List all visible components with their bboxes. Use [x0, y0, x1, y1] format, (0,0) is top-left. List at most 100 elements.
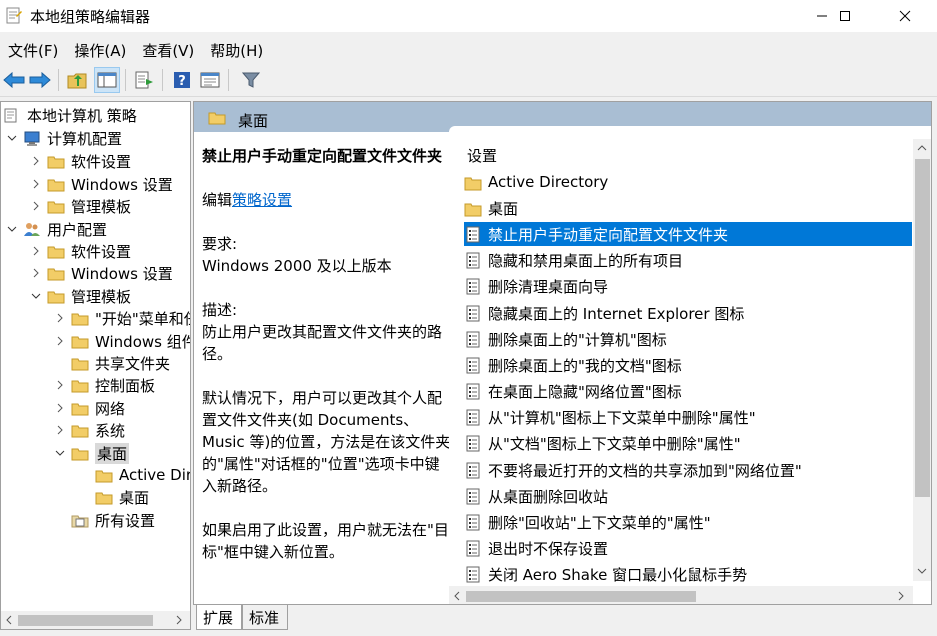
menu-file[interactable]: 文件(F)	[0, 37, 66, 61]
tab-extended[interactable]: 扩展	[196, 605, 243, 630]
list-item[interactable]: 不要将最近打开的文档的共享添加到"网络位置"	[464, 458, 912, 482]
list-item-label: 删除"回收站"上下文菜单的"属性"	[488, 513, 711, 532]
list-item[interactable]: 禁止用户手动重定向配置文件文件夹	[464, 222, 912, 246]
chevron-right-icon[interactable]	[53, 311, 67, 325]
tab-standard[interactable]: 标准	[242, 605, 289, 630]
scroll-down-icon[interactable]	[917, 567, 927, 575]
tree-item-computer-config[interactable]: 计算机配置	[5, 127, 122, 149]
description: 描述: 防止用户更改其配置文件文件夹的路径。	[202, 299, 452, 365]
scroll-right-icon[interactable]	[897, 591, 905, 601]
list-item[interactable]: 在桌面上隐藏"网络位置"图标	[464, 379, 912, 403]
tree-item-user-config[interactable]: 用户配置	[5, 218, 107, 240]
chevron-right-icon[interactable]	[29, 154, 43, 168]
list-item[interactable]: 删除清理桌面向导	[464, 274, 912, 298]
scrollbar-thumb[interactable]	[466, 591, 696, 602]
toolbar-separator	[58, 69, 59, 91]
list-item[interactable]: 桌面	[464, 196, 912, 220]
properties-button[interactable]	[197, 67, 223, 93]
list-item[interactable]: 从"文档"图标上下文菜单中删除"属性"	[464, 431, 912, 455]
folder-icon	[464, 203, 482, 216]
list-item[interactable]: Active Directory	[464, 170, 912, 194]
show-hide-tree-button[interactable]	[94, 67, 120, 93]
forward-button[interactable]	[27, 67, 53, 93]
maximize-icon	[840, 11, 850, 21]
export-list-button[interactable]	[131, 67, 157, 93]
tree-item-start-menu[interactable]: "开始"菜单和任务栏	[53, 307, 190, 329]
chevron-right-icon[interactable]	[53, 378, 67, 392]
chevron-right-icon[interactable]	[29, 266, 43, 280]
scrollbar-thumb[interactable]	[915, 159, 930, 497]
help-button[interactable]: ?	[169, 67, 195, 93]
list-item-label: 删除桌面上的"计算机"图标	[488, 330, 667, 349]
scroll-up-icon[interactable]	[917, 144, 927, 152]
tree-item-desktop-sub[interactable]: 桌面	[95, 486, 149, 508]
list-item-label: 从"计算机"图标上下文菜单中删除"属性"	[488, 408, 756, 427]
tree-item-user-software-settings[interactable]: 软件设置	[29, 240, 131, 262]
tree-label: 软件设置	[71, 242, 132, 261]
list-item[interactable]: 退出时不保存设置	[464, 536, 912, 560]
scroll-left-icon[interactable]	[453, 591, 461, 601]
tree-label: "开始"菜单和任务栏	[95, 309, 190, 328]
tree-item-windows-settings[interactable]: Windows 设置	[29, 173, 173, 195]
scroll-left-icon[interactable]	[5, 615, 13, 625]
setting-icon	[466, 278, 480, 294]
list-item[interactable]: 隐藏和禁用桌面上的所有项目	[464, 248, 912, 272]
tree-item-desktop[interactable]: 桌面	[53, 442, 130, 464]
up-level-button[interactable]	[64, 67, 90, 93]
tree-item-windows-components[interactable]: Windows 组件	[53, 330, 190, 352]
list-item[interactable]: 隐藏桌面上的 Internet Explorer 图标	[464, 301, 912, 325]
tree-item-control-panel[interactable]: 控制面板	[53, 374, 155, 396]
users-icon	[24, 222, 40, 236]
list-item[interactable]: 从"计算机"图标上下文菜单中删除"属性"	[464, 405, 912, 429]
tree-item-user-windows-settings[interactable]: Windows 设置	[29, 262, 173, 284]
edit-policy-link[interactable]: 策略设置	[232, 191, 292, 209]
chevron-right-icon[interactable]	[53, 334, 67, 348]
chevron-down-icon[interactable]	[5, 222, 19, 236]
list-item-label: Active Directory	[488, 173, 609, 191]
chevron-right-icon[interactable]	[29, 244, 43, 258]
list-vertical-scrollbar[interactable]	[913, 139, 931, 581]
tree-item-software-settings[interactable]: 软件设置	[29, 150, 131, 172]
list-item[interactable]: 删除桌面上的"计算机"图标	[464, 327, 912, 351]
tree-item-shared-folders[interactable]: 共享文件夹	[71, 352, 170, 374]
maximize-button[interactable]	[822, 0, 868, 32]
tree-item-admin-templates[interactable]: 管理模板	[29, 195, 131, 217]
description-value: 防止用户更改其配置文件文件夹的路径。	[202, 323, 443, 363]
column-header-setting[interactable]: 设置	[467, 145, 497, 166]
back-button[interactable]	[1, 67, 27, 93]
setting-icon	[466, 540, 480, 556]
setting-icon	[466, 514, 480, 530]
close-button[interactable]	[882, 0, 928, 32]
chevron-right-icon[interactable]	[53, 423, 67, 437]
chevron-down-icon[interactable]	[5, 131, 19, 145]
tree-item-active-directory[interactable]: Active Directory	[95, 464, 190, 486]
scroll-right-icon[interactable]	[175, 615, 183, 625]
console-tree[interactable]: 本地计算机 策略 计算机配置 软件设置 Windows 设置 管理模板 用户配置…	[0, 101, 191, 630]
scrollbar-thumb[interactable]	[18, 615, 153, 626]
list-horizontal-scrollbar[interactable]	[449, 586, 913, 604]
tree-horizontal-scrollbar[interactable]	[1, 611, 190, 629]
chevron-right-icon[interactable]	[29, 199, 43, 213]
chevron-down-icon[interactable]	[29, 289, 43, 303]
tree-item-system[interactable]: 系统	[53, 419, 125, 441]
tree-label: Active Directory	[119, 466, 190, 484]
settings-list[interactable]: 设置 Active Directory 桌面 禁止用户手动重定向配置文件文件夹 …	[449, 126, 931, 604]
menu-view[interactable]: 查看(V)	[134, 37, 202, 61]
list-item[interactable]: 删除桌面上的"我的文档"图标	[464, 353, 912, 377]
chevron-down-icon[interactable]	[53, 446, 67, 460]
list-item[interactable]: 删除"回收站"上下文菜单的"属性"	[464, 510, 912, 534]
tree-item-user-admin-templates[interactable]: 管理模板	[29, 285, 131, 307]
tree-label: 管理模板	[71, 197, 132, 216]
menu-help[interactable]: 帮助(H)	[202, 37, 271, 61]
list-item-label: 从"文档"图标上下文菜单中删除"属性"	[488, 434, 741, 453]
chevron-right-icon[interactable]	[53, 401, 67, 415]
tree-item-local-policy[interactable]: 本地计算机 策略	[3, 104, 137, 126]
tree-item-all-settings[interactable]: 所有设置	[71, 509, 155, 531]
list-item[interactable]: 关闭 Aero Shake 窗口最小化鼠标手势	[464, 562, 912, 586]
filter-button[interactable]	[238, 67, 264, 93]
menu-action[interactable]: 操作(A)	[66, 37, 134, 61]
chevron-right-icon[interactable]	[29, 177, 43, 191]
list-item[interactable]: 从桌面删除回收站	[464, 484, 912, 508]
tree-label: 桌面	[95, 442, 130, 464]
tree-item-network[interactable]: 网络	[53, 397, 125, 419]
